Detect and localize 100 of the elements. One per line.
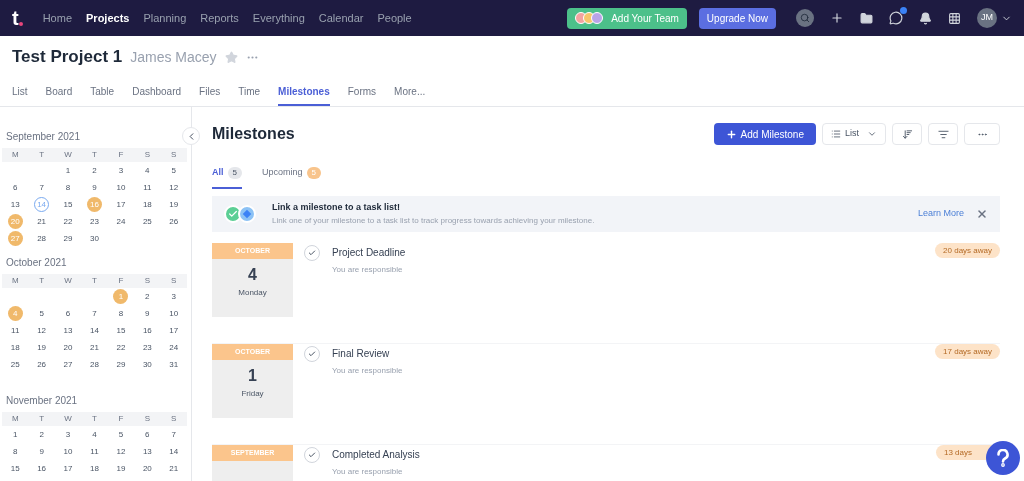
user-avatar[interactable]: JM [977, 8, 997, 28]
calendar-day[interactable]: 9 [139, 306, 155, 321]
calendar-day[interactable]: 2 [87, 163, 102, 178]
project-tab[interactable]: Forms [347, 78, 377, 106]
project-tab[interactable]: Files [199, 78, 221, 106]
calendar-day[interactable]: 7 [166, 427, 182, 442]
calendar-day[interactable]: 19 [113, 461, 129, 476]
nav-link[interactable]: Planning [143, 9, 187, 27]
calendar-day[interactable]: 29 [113, 357, 129, 372]
project-tab[interactable]: Time [238, 78, 261, 106]
nav-link[interactable]: Home [42, 9, 72, 27]
calendar-day[interactable]: 15 [60, 197, 76, 212]
plus-icon[interactable] [830, 11, 844, 25]
milestone-name[interactable]: Final Review [332, 346, 403, 361]
calendar-day[interactable]: 24 [113, 214, 129, 229]
calendar-day[interactable]: 22 [113, 340, 129, 355]
calendar-day[interactable]: 26 [166, 214, 182, 229]
calendar-day[interactable]: 14 [166, 444, 182, 459]
nav-link[interactable]: Reports [200, 9, 239, 27]
mark-complete-button[interactable] [304, 245, 320, 261]
calendar-day[interactable]: 27 [60, 357, 76, 372]
calendar-day[interactable]: 29 [60, 231, 76, 246]
calendar-day[interactable]: 22 [60, 214, 76, 229]
calendar-day[interactable]: 1 [7, 427, 23, 442]
calendar-day[interactable]: 5 [166, 163, 182, 178]
calendar-day[interactable]: 8 [113, 306, 129, 321]
calendar-day[interactable]: 15 [113, 323, 129, 338]
calendar-day[interactable]: 21 [166, 461, 182, 476]
calendar-day[interactable]: 17 [60, 461, 76, 476]
calendar-day[interactable]: 3 [113, 163, 129, 178]
calendar-day[interactable]: 20 [139, 461, 155, 476]
milestone-name[interactable]: Completed Analysis [332, 447, 420, 462]
close-icon[interactable] [976, 208, 988, 220]
calendar-day[interactable]: 30 [87, 231, 102, 246]
calendar-day[interactable]: 8 [60, 180, 76, 195]
calendar-day[interactable]: 8 [7, 444, 23, 459]
calendar-day[interactable]: 6 [7, 180, 23, 195]
calendar-day[interactable]: 18 [139, 197, 155, 212]
calendar-day[interactable]: 21 [34, 214, 50, 229]
calendar-day[interactable]: 4 [139, 163, 155, 178]
calendar-day[interactable]: 7 [87, 306, 102, 321]
calendar-day[interactable]: 3 [166, 289, 182, 304]
calendar-day[interactable]: 26 [34, 357, 50, 372]
project-tab[interactable]: More... [394, 78, 426, 106]
calendar-day[interactable]: 18 [87, 461, 102, 476]
calendar-day[interactable]: 11 [139, 180, 155, 195]
calendar-day[interactable]: 15 [7, 461, 23, 476]
calendar-day[interactable]: 5 [34, 306, 50, 321]
add-milestone-button[interactable]: Add Milestone [713, 123, 816, 145]
calendar-day[interactable]: 23 [87, 214, 102, 229]
calendar-day[interactable]: 12 [113, 444, 129, 459]
folder-icon[interactable] [860, 11, 873, 25]
view-dropdown[interactable]: List [822, 123, 886, 145]
upgrade-button[interactable]: Upgrade Now [698, 7, 776, 29]
calendar-day[interactable]: 14 [87, 323, 102, 338]
calendar-day[interactable]: 21 [87, 340, 102, 355]
nav-link[interactable]: Everything [252, 9, 305, 27]
calendar-day[interactable]: 17 [166, 323, 182, 338]
learn-more-link[interactable]: Learn More [917, 207, 964, 221]
nav-link[interactable]: People [377, 9, 412, 27]
filter-button[interactable] [928, 123, 958, 145]
sort-button[interactable] [892, 123, 922, 145]
project-tab[interactable]: List [12, 78, 28, 106]
calendar-day[interactable]: 19 [34, 340, 50, 355]
calendar-day[interactable]: 2 [139, 289, 155, 304]
project-tab[interactable]: Milestones [278, 78, 330, 106]
calendar-day[interactable]: 12 [166, 180, 182, 195]
project-tab[interactable]: Dashboard [132, 78, 182, 106]
calendar-day[interactable]: 25 [7, 357, 23, 372]
help-button[interactable] [986, 441, 1020, 475]
calendar-day[interactable]: 11 [87, 444, 102, 459]
calendar-day[interactable]: 6 [60, 306, 76, 321]
calendar-day[interactable]: 13 [7, 197, 23, 212]
calendar-day[interactable]: 20 [60, 340, 76, 355]
calendar-day[interactable]: 30 [139, 357, 155, 372]
logo[interactable]: t [12, 8, 19, 28]
calendar-day[interactable]: 23 [139, 340, 155, 355]
calendar-day[interactable]: 19 [166, 197, 182, 212]
star-icon[interactable] [224, 50, 238, 64]
apps-grid-icon[interactable] [948, 11, 961, 25]
calendar-day[interactable]: 18 [7, 340, 23, 355]
filter-tab[interactable]: Upcoming 5 [261, 159, 321, 189]
calendar-day[interactable]: 6 [139, 427, 155, 442]
calendar-day[interactable]: 3 [60, 427, 76, 442]
calendar-day[interactable]: 16 [34, 461, 50, 476]
calendar-day[interactable]: 25 [139, 214, 155, 229]
collapse-button[interactable] [182, 127, 200, 145]
calendar-day[interactable]: 10 [113, 180, 129, 195]
calendar-day[interactable]: 16 [139, 323, 155, 338]
filter-tab[interactable]: All 5 [212, 159, 242, 189]
calendar-day[interactable]: 4 [87, 427, 102, 442]
calendar-day[interactable]: 11 [7, 323, 23, 338]
mark-complete-button[interactable] [304, 346, 320, 362]
project-tab[interactable]: Table [90, 78, 115, 106]
calendar-day[interactable]: 10 [60, 444, 76, 459]
calendar-day[interactable]: 28 [87, 357, 102, 372]
calendar-day[interactable]: 9 [87, 180, 102, 195]
calendar-day[interactable]: 17 [113, 197, 129, 212]
mark-complete-button[interactable] [304, 447, 320, 463]
calendar-day[interactable]: 5 [113, 427, 129, 442]
